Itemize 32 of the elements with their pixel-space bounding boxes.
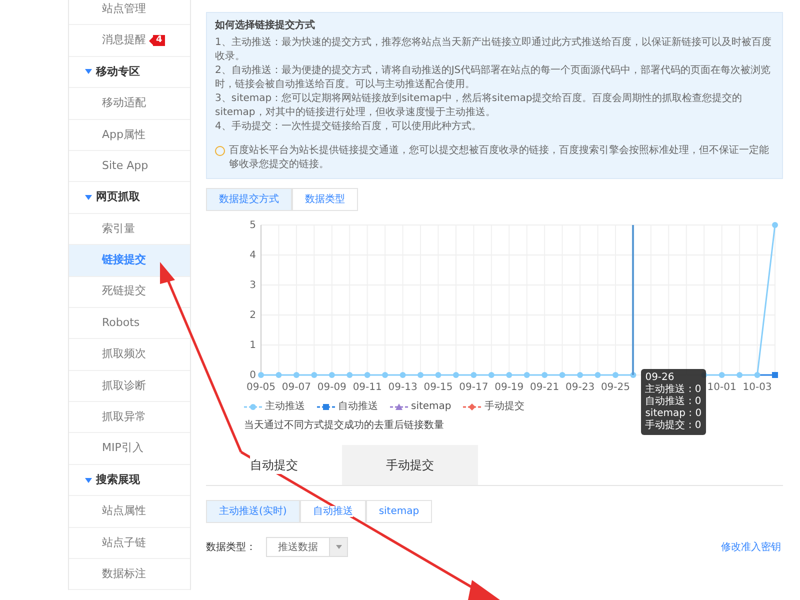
x-tick-label: 09-25 xyxy=(600,382,630,393)
info-text: 2、自动推送：最为便捷的提交方式，请将自动推送的JS代码部署在站点的每一个页面源代码中，部署代码的页面在每次被浏览时，链接会被自动推送给百度。可以与主动推送配合使用。 xyxy=(215,64,772,92)
x-tick-label: 10-03 xyxy=(742,382,772,393)
x-tick-label: 09-17 xyxy=(459,382,488,393)
x-tick-label: 10-01 xyxy=(707,382,736,393)
field-label: 数据类型： xyxy=(206,540,256,554)
y-tick-label: 1 xyxy=(250,340,256,351)
y-tick-label: 3 xyxy=(250,280,256,291)
x-tick-label: 09-19 xyxy=(494,382,524,393)
info-text: 4、手动提交：一次性提交链接给百度，可以使用此种方式。 xyxy=(215,120,482,134)
y-tick-label: 0 xyxy=(250,370,256,381)
tooltip-text: 主动推送 : 0 xyxy=(645,384,702,396)
y-tick-label: 5 xyxy=(250,220,256,231)
info-title: 如何选择链接提交方式 xyxy=(215,19,316,33)
tooltip-text: 自动推送 : 0 xyxy=(645,396,702,408)
tooltip-title: 09-26 xyxy=(645,372,676,384)
y-tick-label: 4 xyxy=(250,250,256,261)
x-tick-label: 09-09 xyxy=(317,382,346,393)
x-tick-label: 09-23 xyxy=(566,382,595,393)
info-text: 1、主动推送：最为快速的提交方式，推荐您将站点当天新产出链接立即通过此方式推送给百度，以保证新链接可以及时被百度收录。 xyxy=(215,36,772,64)
x-tick-label: 09-11 xyxy=(352,382,382,393)
x-tick-label: 09-13 xyxy=(388,382,418,393)
tooltip-text: 手动提交 : 0 xyxy=(645,420,702,432)
x-tick-label: 09-07 xyxy=(282,382,311,393)
chart-note: 当天通过不同方式提交成功的去重后链接数量 xyxy=(244,418,444,433)
notice-text: 百度站长平台为站长提供链接提交通道，您可以提交想被百度收录的链接，百度搜索引擎会按照标准处理，但不保证一定能够收录您提交的链接。 xyxy=(229,144,770,172)
info-text: 3、sitemap：您可以定期将网站链接放到sitemap中，然后将sitemap提交给百度。百度会周期性的抓取检查您提交的sitemap，对其中的链接进行处理，但收录速度慢于主动推送。 xyxy=(215,92,744,120)
x-tick-label: 09-15 xyxy=(424,382,453,393)
y-tick-label: 2 xyxy=(250,310,256,321)
tooltip-text: sitemap : 0 xyxy=(645,408,702,420)
x-tick-label: 09-21 xyxy=(530,382,560,393)
x-tick-label: 09-05 xyxy=(246,382,276,393)
